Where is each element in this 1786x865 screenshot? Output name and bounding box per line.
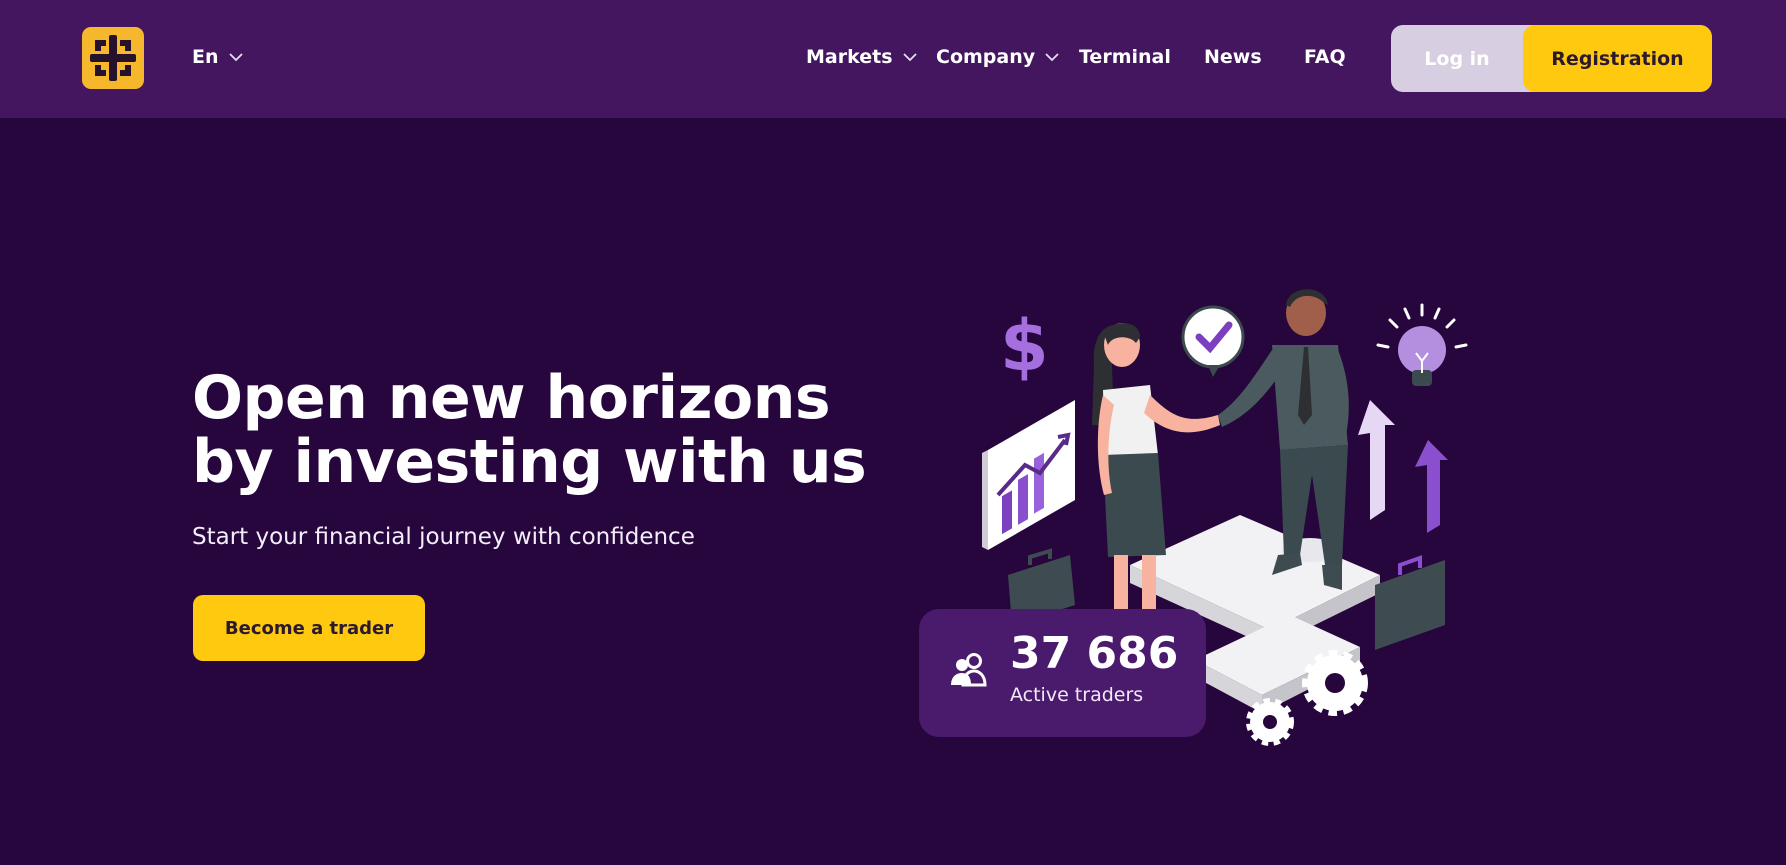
nav-item-terminal[interactable]: Terminal bbox=[1079, 46, 1171, 68]
nav-terminal-label: Terminal bbox=[1079, 46, 1171, 68]
brand-logo-icon[interactable] bbox=[82, 27, 144, 89]
top-navigation-bar: En Markets Company Terminal News FAQ Log… bbox=[0, 0, 1786, 118]
active-traders-card: 37 686 Active traders bbox=[919, 609, 1206, 737]
language-label: En bbox=[192, 46, 219, 68]
hero-title-line-2: by investing with us bbox=[192, 427, 867, 497]
growth-chart-board-icon bbox=[982, 400, 1075, 550]
briefcase-icon bbox=[1375, 555, 1445, 650]
active-traders-label: Active traders bbox=[1010, 684, 1144, 706]
chevron-down-icon bbox=[1045, 52, 1059, 62]
nav-news-label: News bbox=[1204, 46, 1262, 68]
gear-icon bbox=[1302, 650, 1368, 716]
nav-faq-label: FAQ bbox=[1304, 46, 1346, 68]
hero-subtitle: Start your financial journey with confid… bbox=[192, 524, 695, 550]
active-traders-count: 37 686 bbox=[1010, 628, 1179, 679]
registration-button[interactable]: Registration bbox=[1523, 25, 1712, 92]
users-icon bbox=[949, 649, 991, 691]
hero-title-line-1: Open new horizons bbox=[192, 363, 831, 433]
gear-icon bbox=[1246, 698, 1294, 746]
nav-item-company[interactable]: Company bbox=[936, 46, 1059, 68]
language-selector[interactable]: En bbox=[192, 46, 243, 68]
nav-company-label: Company bbox=[936, 46, 1036, 68]
login-button[interactable]: Log in bbox=[1391, 25, 1523, 92]
growth-arrows-icon bbox=[1358, 400, 1448, 533]
nav-item-markets[interactable]: Markets bbox=[806, 46, 917, 68]
checkmark-bubble-icon bbox=[1181, 305, 1245, 377]
chevron-down-icon bbox=[902, 52, 917, 62]
dollar-sign-icon: $ bbox=[1000, 305, 1049, 387]
lightbulb-icon bbox=[1376, 303, 1468, 386]
nav-markets-label: Markets bbox=[806, 46, 893, 68]
hero-title: Open new horizons by investing with us bbox=[192, 366, 912, 494]
chevron-down-icon bbox=[228, 52, 243, 62]
nav-item-news[interactable]: News bbox=[1204, 46, 1262, 68]
nav-item-faq[interactable]: FAQ bbox=[1304, 46, 1346, 68]
auth-button-group: Log in Registration bbox=[1391, 25, 1712, 92]
become-trader-button[interactable]: Become a trader bbox=[193, 595, 425, 661]
